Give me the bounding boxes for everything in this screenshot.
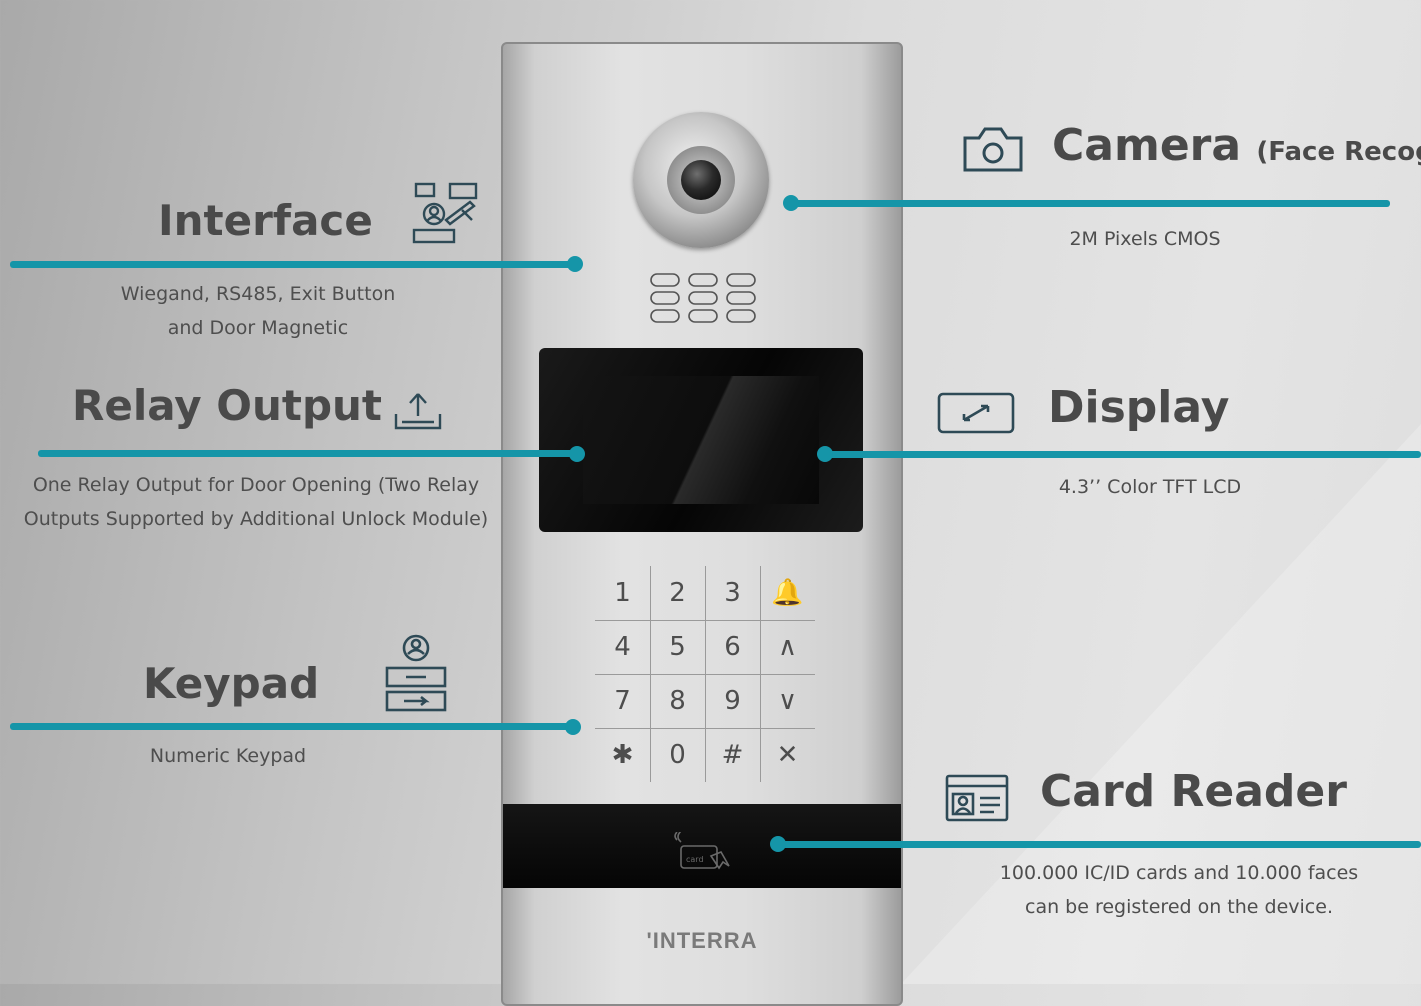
- keypad-icon: [385, 634, 447, 712]
- card-reader-symbol: card: [674, 832, 730, 870]
- keypad-key[interactable]: 1: [595, 566, 650, 620]
- keypad-key[interactable]: 8: [650, 674, 705, 728]
- interface-callout-dot: [567, 256, 583, 272]
- keypad-callout-line: [10, 723, 575, 730]
- card-text: card: [686, 855, 704, 864]
- camera-icon: [963, 127, 1023, 172]
- keypad-key[interactable]: 2: [650, 566, 705, 620]
- keypad-key[interactable]: 9: [705, 674, 760, 728]
- interface-description: Wiegand, RS485, Exit Button and Door Magn…: [120, 283, 396, 339]
- card-reader-callout-line: [778, 841, 1421, 848]
- door-station-device: 1 2 3 🔔 4 5 6 ∧ 7 8 9 ∨ ✱ 0 # ✕ card 'INTERRA: [501, 42, 903, 1006]
- brand-logo: 'INTERRA: [646, 928, 758, 953]
- interface-title: Interface: [158, 196, 373, 245]
- display-description: 4.3’’ Color TFT LCD: [1058, 476, 1242, 498]
- keypad-key[interactable]: 7: [595, 674, 650, 728]
- keypad-key[interactable]: 4: [595, 620, 650, 674]
- keypad-description: Numeric Keypad: [149, 745, 307, 767]
- id-card-icon: [945, 774, 1009, 822]
- keypad-key[interactable]: 5: [650, 620, 705, 674]
- keypad-key[interactable]: 3: [705, 566, 760, 620]
- interface-callout-line: [10, 261, 575, 268]
- card-reader-title: Card Reader: [1040, 766, 1347, 817]
- lcd-screen: [539, 348, 863, 532]
- keypad-key[interactable]: ✱: [595, 728, 650, 782]
- relay-callout-line: [38, 450, 578, 457]
- speaker-grille: [650, 273, 756, 323]
- display-callout-dot: [817, 446, 833, 462]
- keypad-divider: [595, 674, 815, 675]
- keypad-key[interactable]: ∧: [760, 620, 815, 674]
- keypad-key[interactable]: 6: [705, 620, 760, 674]
- relay-callout-dot: [569, 446, 585, 462]
- keypad-key[interactable]: #: [705, 728, 760, 782]
- keypad-divider: [595, 620, 815, 621]
- keypad-key[interactable]: ∨: [760, 674, 815, 728]
- interface-icon: [412, 182, 478, 244]
- card-reader-callout-dot: [770, 836, 786, 852]
- relay-output-description: One Relay Output for Door Opening (Two R…: [23, 474, 489, 530]
- display-icon: [937, 392, 1015, 434]
- keypad-key[interactable]: ✕: [760, 728, 815, 782]
- camera-lens: [633, 112, 769, 248]
- keypad-key[interactable]: 🔔: [760, 566, 815, 620]
- keypad-divider: [595, 728, 815, 729]
- camera-description: 2M Pixels CMOS: [1069, 228, 1221, 250]
- camera-callout-dot: [783, 195, 799, 211]
- camera-callout-line: [790, 200, 1390, 207]
- camera-title: Camera (Face Recog: [1052, 120, 1421, 171]
- keypad-title: Keypad: [143, 659, 320, 708]
- card-reader-description: 100.000 IC/ID cards and 10.000 faces can …: [999, 862, 1359, 918]
- relay-output-title: Relay Output: [72, 381, 382, 430]
- display-title: Display: [1048, 382, 1230, 433]
- keypad-key[interactable]: 0: [650, 728, 705, 782]
- keypad-callout-dot: [565, 719, 581, 735]
- display-callout-line: [822, 451, 1421, 458]
- upload-tray-icon: [394, 393, 442, 430]
- keypad-grid: 1 2 3 🔔 4 5 6 ∧ 7 8 9 ∨ ✱ 0 # ✕: [595, 566, 815, 784]
- camera-title-suffix: (Face Recog: [1256, 137, 1421, 167]
